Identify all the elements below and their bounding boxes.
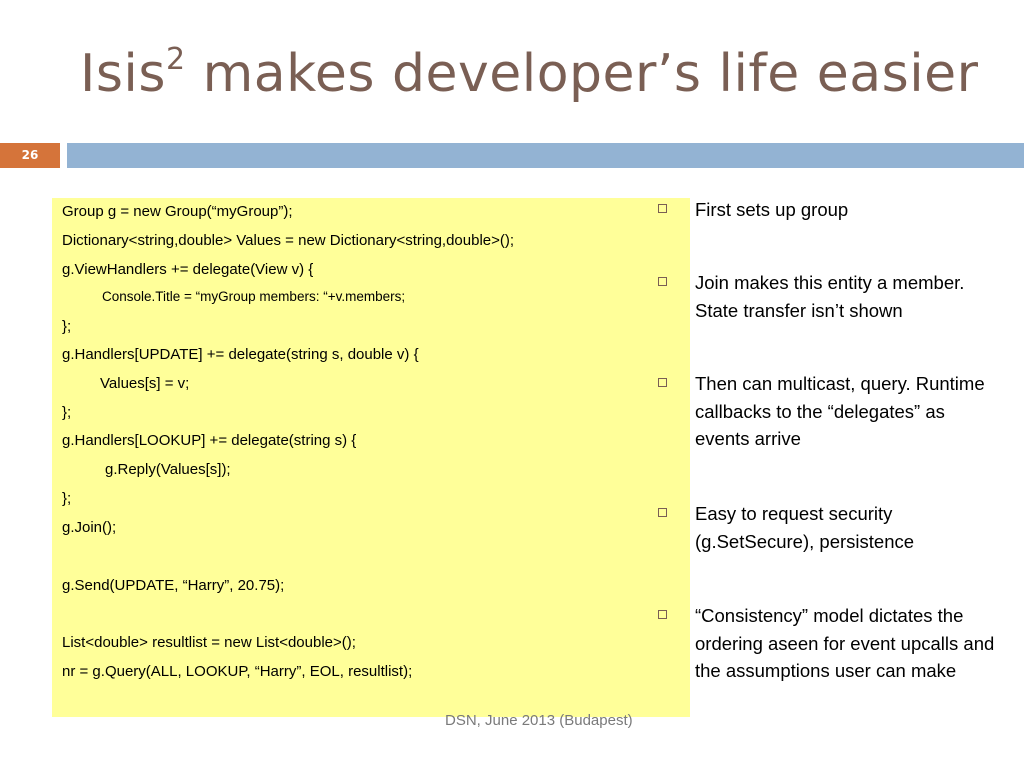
title-main: Isis [80,44,166,104]
code-line: Values[s] = v; [100,375,190,392]
code-line: }; [62,404,72,421]
bullet-text: Join makes this entity a member. State t… [695,272,965,321]
bullet-text: Easy to request security (g.SetSecure), … [695,503,915,552]
code-line: g.ViewHandlers += delegate(View v) { [62,261,314,278]
code-line: g.Reply(Values[s]); [105,461,231,478]
bullet-text: Then can multicast, query. Runtime callb… [695,373,985,449]
code-line: g.Send(UPDATE, “Harry”, 20.75); [62,577,285,594]
square-bullet-icon [658,204,667,213]
footer-text: DSN, June 2013 (Budapest) [445,712,633,729]
title-superscript: 2 [165,42,186,77]
code-line: g.Handlers[LOOKUP] += delegate(string s)… [62,432,357,449]
code-line: }; [62,318,72,335]
code-line: Console.Title = “myGroup members: “+v.me… [102,289,406,304]
code-panel: Group g = new Group(“myGroup”); Dictiona… [52,198,690,717]
code-line: Dictionary<string,double> Values = new D… [62,232,515,249]
code-line: Group g = new Group(“myGroup”); [62,203,293,220]
bullet-text: “Consistency” model dictates the orderin… [695,605,995,681]
code-line: g.Handlers[UPDATE] += delegate(string s,… [62,346,419,363]
slide-number: 26 [0,143,60,168]
code-line: }; [62,490,72,507]
header-bar [67,143,1024,168]
code-line: List<double> resultlist = new List<doubl… [62,634,356,651]
bullet-text: First sets up group [695,199,849,220]
code-line: nr = g.Query(ALL, LOOKUP, “Harry”, EOL, … [62,663,413,680]
slide-title: Isis2 makes developer’s life easier [80,45,979,101]
title-rest: makes developer’s life easier [185,44,979,104]
code-line: g.Join(); [62,519,117,536]
square-bullet-icon [658,610,667,619]
square-bullet-icon [658,378,667,387]
square-bullet-icon [658,277,667,286]
square-bullet-icon [658,508,667,517]
